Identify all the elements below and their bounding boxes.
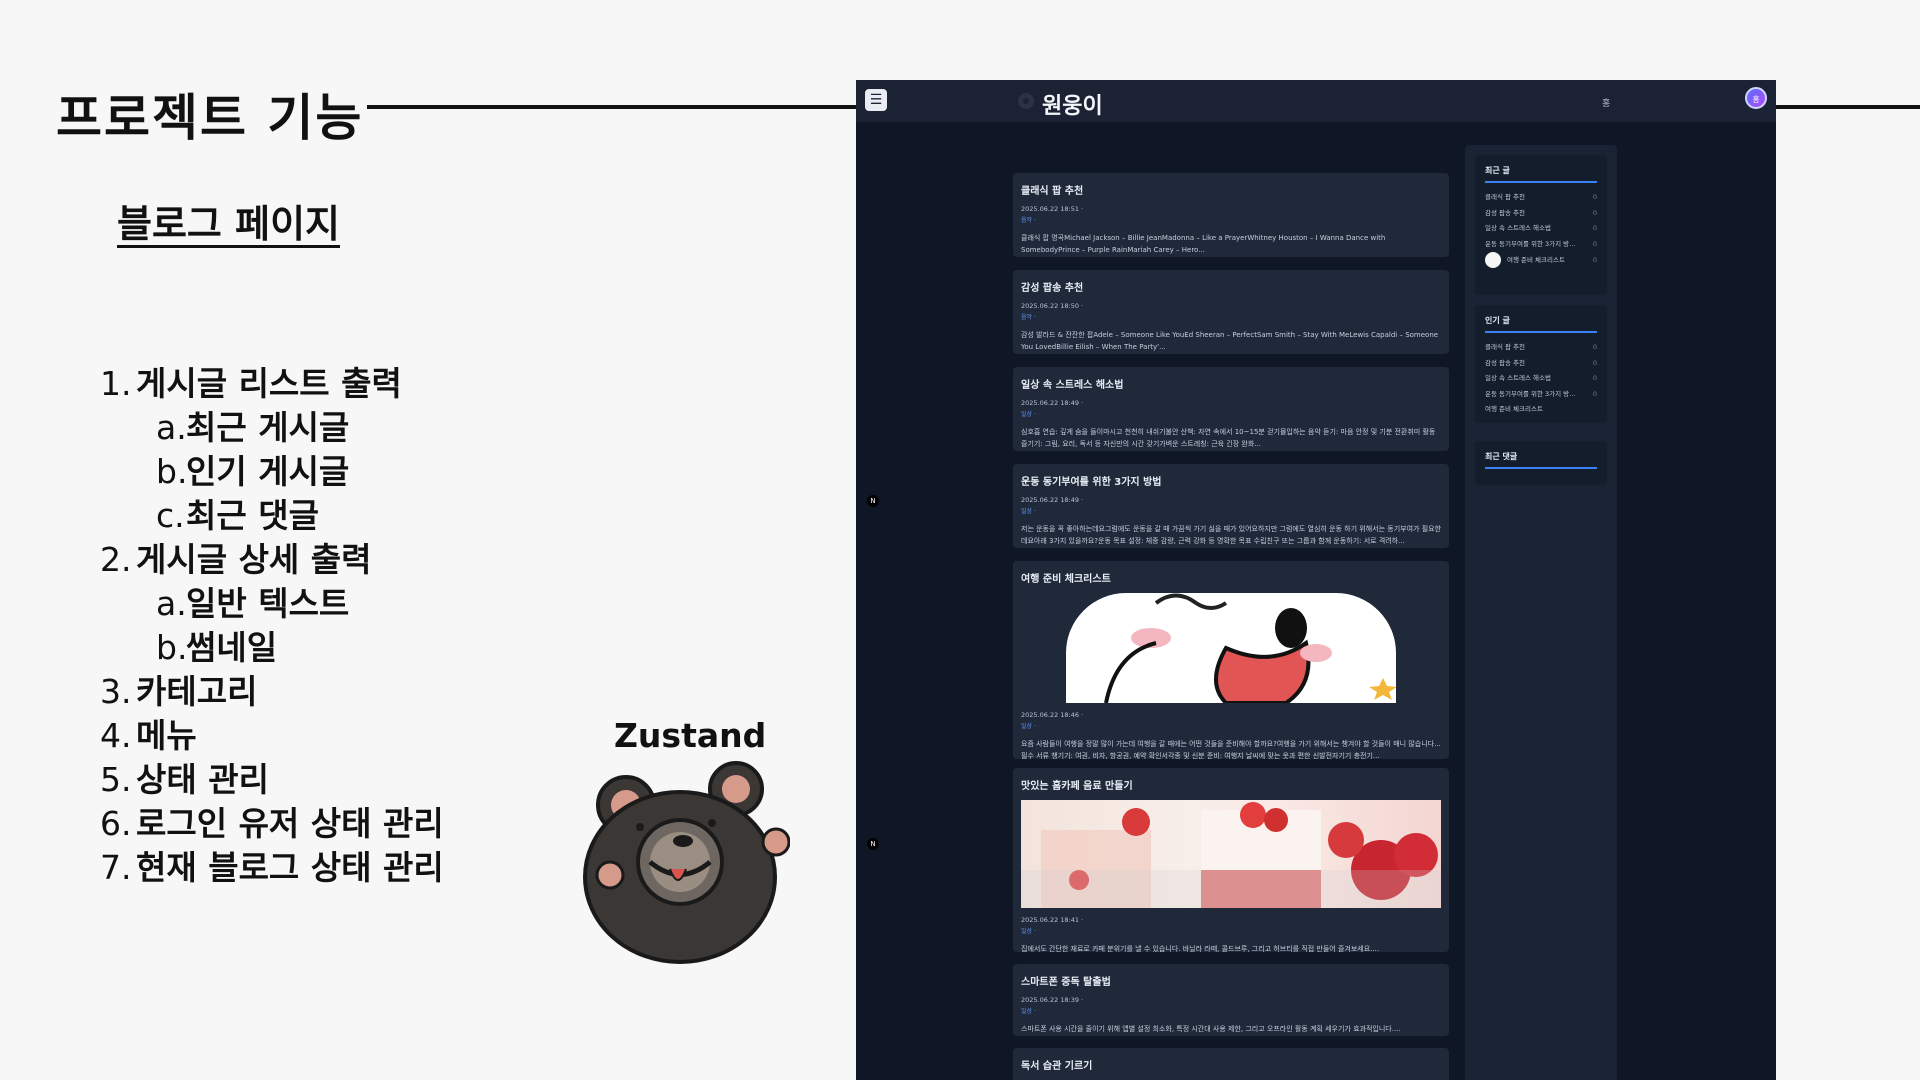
recent-posts-widget: 최근 글 클래식 팝 추천 0 감성 팝송 추천 0 일상 속 스트레스 해소법 0 … bbox=[1475, 155, 1607, 295]
list-item[interactable]: 일상 속 스트레스 해소법 0 bbox=[1485, 371, 1597, 387]
hamburger-icon[interactable]: ☰ bbox=[865, 89, 887, 111]
post-date: 2025.06.22 18:39 · bbox=[1021, 996, 1084, 1004]
post-category[interactable]: 음악 · bbox=[1021, 215, 1441, 224]
post-category[interactable]: 일상 · bbox=[1021, 721, 1441, 730]
list-item[interactable]: 감성 팝송 추천 0 bbox=[1485, 356, 1597, 372]
strawberry-dessert-photo bbox=[1021, 802, 1441, 908]
post-date: 2025.06.22 18:49 · bbox=[1021, 399, 1084, 407]
feature-item: 2. 게시글 상세 출력 bbox=[100, 540, 372, 579]
list-item[interactable]: 클래식 팝 추천 0 bbox=[1485, 340, 1597, 356]
slide-subtitle: 블로그 페이지 bbox=[117, 202, 340, 246]
post-category[interactable]: 음악 · bbox=[1021, 312, 1441, 321]
feature-item: 6. 로그인 유저 상태 관리 bbox=[100, 804, 444, 843]
list-item[interactable]: 운동 동기부여를 위한 3가지 방... 0 bbox=[1485, 387, 1597, 403]
star-icon bbox=[1369, 678, 1396, 700]
feature-item: 1. 게시글 리스트 출력 bbox=[100, 364, 402, 403]
post-excerpt: 집에서도 간단한 재료로 카페 분위기를 낼 수 있습니다. 바닐라 라떼, 콜… bbox=[1021, 945, 1380, 953]
user-badge[interactable]: 홍 bbox=[1602, 96, 1610, 109]
post-title[interactable]: 클래식 팝 추천 bbox=[1021, 182, 1441, 197]
avatar[interactable]: 홍 bbox=[1745, 87, 1767, 109]
side-marker: N bbox=[867, 838, 879, 850]
post-date: 2025.06.22 18:50 · bbox=[1021, 302, 1084, 310]
feature-subitem: a.최근 게시글 bbox=[156, 408, 350, 447]
feature-subitem: b.썸네일 bbox=[156, 628, 278, 667]
post-excerpt: 심호흡 연습: 깊게 숨을 들이마시고 천천히 내쉬기불안 산책: 자연 속에서… bbox=[1021, 428, 1436, 448]
post-excerpt: 클래식 팝 명곡Michael Jackson – Billie JeanMad… bbox=[1021, 234, 1386, 254]
feature-list: 1. 게시글 리스트 출력 a.최근 게시글 b.인기 게시글 c.최근 댓글 2… bbox=[100, 362, 444, 890]
feature-item: 5. 상태 관리 bbox=[100, 760, 269, 799]
zustand-bear-logo bbox=[583, 761, 790, 964]
post-card[interactable]: 운동 동기부여를 위한 3가지 방법 2025.06.22 18:49 · 일상… bbox=[1013, 464, 1449, 548]
post-thumbnail-icon bbox=[1485, 252, 1501, 268]
brand-name[interactable]: 원웅이 bbox=[1042, 88, 1103, 120]
post-excerpt: 감성 발라드 & 잔잔한 팝Adele – Someone Like YouEd… bbox=[1021, 331, 1439, 351]
list-item[interactable]: 여행 준비 체크리스트 0 bbox=[1485, 252, 1597, 269]
post-card[interactable]: 클래식 팝 추천 2025.06.22 18:51 · 음악 · 클래식 팝 명… bbox=[1013, 173, 1449, 257]
list-item[interactable]: 운동 동기부여를 위한 3가지 방... 0 bbox=[1485, 237, 1597, 253]
post-date: 2025.06.22 18:51 · bbox=[1021, 205, 1084, 213]
post-thumbnail[interactable] bbox=[1021, 800, 1441, 908]
post-title[interactable]: 맛있는 홈카페 음료 만들기 bbox=[1021, 777, 1441, 792]
side-marker: N bbox=[867, 495, 879, 507]
zustand-label: Zustand bbox=[614, 716, 767, 755]
feature-subitem: a.일반 텍스트 bbox=[156, 584, 350, 623]
feature-item: 4. 메뉴 bbox=[100, 716, 197, 755]
sidebar: 최근 글 클래식 팝 추천 0 감성 팝송 추천 0 일상 속 스트레스 해소법 0 … bbox=[1465, 145, 1617, 1080]
post-card[interactable]: 감성 팝송 추천 2025.06.22 18:50 · 음악 · 감성 발라드 … bbox=[1013, 270, 1449, 354]
post-title[interactable]: 일상 속 스트레스 해소법 bbox=[1021, 376, 1441, 391]
post-category[interactable]: 일상 · bbox=[1021, 926, 1441, 935]
list-item[interactable]: 감성 팝송 추천 0 bbox=[1485, 206, 1597, 222]
post-title[interactable]: 감성 팝송 추천 bbox=[1021, 279, 1441, 294]
post-card[interactable]: 맛있는 홈카페 음료 만들기 2025.06.22 18:41 · 일상 · 집… bbox=[1013, 768, 1449, 953]
list-item[interactable]: 일상 속 스트레스 해소법 0 bbox=[1485, 221, 1597, 237]
list-item[interactable]: 여행 준비 체크리스트 bbox=[1485, 402, 1597, 418]
widget-title: 최근 글 bbox=[1485, 165, 1597, 183]
post-card[interactable]: 일상 속 스트레스 해소법 2025.06.22 18:49 · 일상 · 심호… bbox=[1013, 367, 1449, 451]
post-category[interactable]: 일상 · bbox=[1021, 506, 1441, 515]
feature-item: 7. 현재 블로그 상태 관리 bbox=[100, 848, 444, 887]
feature-subitem: b.인기 게시글 bbox=[156, 452, 350, 491]
widget-title: 인기 글 bbox=[1485, 315, 1597, 333]
popular-posts-widget: 인기 글 클래식 팝 추천 0 감성 팝송 추천 0 일상 속 스트레스 해소법 0 … bbox=[1475, 305, 1607, 423]
blog-app-screenshot: ☰ 원웅이 홍 홍 N N 클래식 팝 추천 2025.06.22 18:51 … bbox=[856, 80, 1776, 1080]
post-title[interactable]: 독서 습관 기르기 bbox=[1021, 1057, 1441, 1072]
title-divider-right bbox=[1776, 105, 1920, 109]
gear-icon bbox=[1018, 93, 1034, 109]
feature-item: 3. 카테고리 bbox=[100, 672, 258, 711]
post-category[interactable]: 일상 · bbox=[1021, 1006, 1441, 1015]
post-card[interactable]: 여행 준비 체크리스트 2025.06.22 18:46 · 일상 · 요즘 사… bbox=[1013, 561, 1449, 760]
post-card[interactable]: 스마트폰 중독 탈출법 2025.06.22 18:39 · 일상 · 스마트폰… bbox=[1013, 964, 1449, 1036]
post-excerpt: 요즘 사람들이 여행을 정말 많이 가는데 여행을 갈 때에는 어떤 것들을 준… bbox=[1021, 740, 1441, 760]
post-category[interactable]: 일상 · bbox=[1021, 409, 1441, 418]
post-excerpt: 스마트폰 사용 시간을 줄이기 위해 앱별 설정 최소화, 특정 시간대 사용 … bbox=[1021, 1025, 1401, 1033]
post-title[interactable]: 운동 동기부여를 위한 3가지 방법 bbox=[1021, 473, 1441, 488]
post-thumbnail[interactable] bbox=[1066, 593, 1396, 703]
post-date: 2025.06.22 18:49 · bbox=[1021, 496, 1084, 504]
post-date: 2025.06.22 18:46 · bbox=[1021, 711, 1084, 719]
post-card[interactable]: 독서 습관 기르기 bbox=[1013, 1048, 1449, 1080]
list-item[interactable]: 클래식 팝 추천 0 bbox=[1485, 190, 1597, 206]
slide-title: 프로젝트 기능 bbox=[56, 89, 364, 147]
recent-comments-widget: 최근 댓글 bbox=[1475, 441, 1607, 485]
widget-title: 최근 댓글 bbox=[1485, 451, 1597, 469]
title-divider-left bbox=[367, 105, 857, 109]
post-title[interactable]: 여행 준비 체크리스트 bbox=[1021, 570, 1441, 585]
post-date: 2025.06.22 18:41 · bbox=[1021, 916, 1084, 924]
post-excerpt: 저는 운동을 꼭 좋아하는데요그럼에도 운동을 갈 때 가끔씩 가기 싫을 때가… bbox=[1021, 525, 1442, 545]
post-title[interactable]: 스마트폰 중독 탈출법 bbox=[1021, 973, 1441, 988]
emoticon-illustration bbox=[1104, 593, 1332, 703]
app-header: ☰ 원웅이 홍 홍 bbox=[856, 80, 1776, 122]
feature-subitem: c.최근 댓글 bbox=[156, 496, 319, 535]
